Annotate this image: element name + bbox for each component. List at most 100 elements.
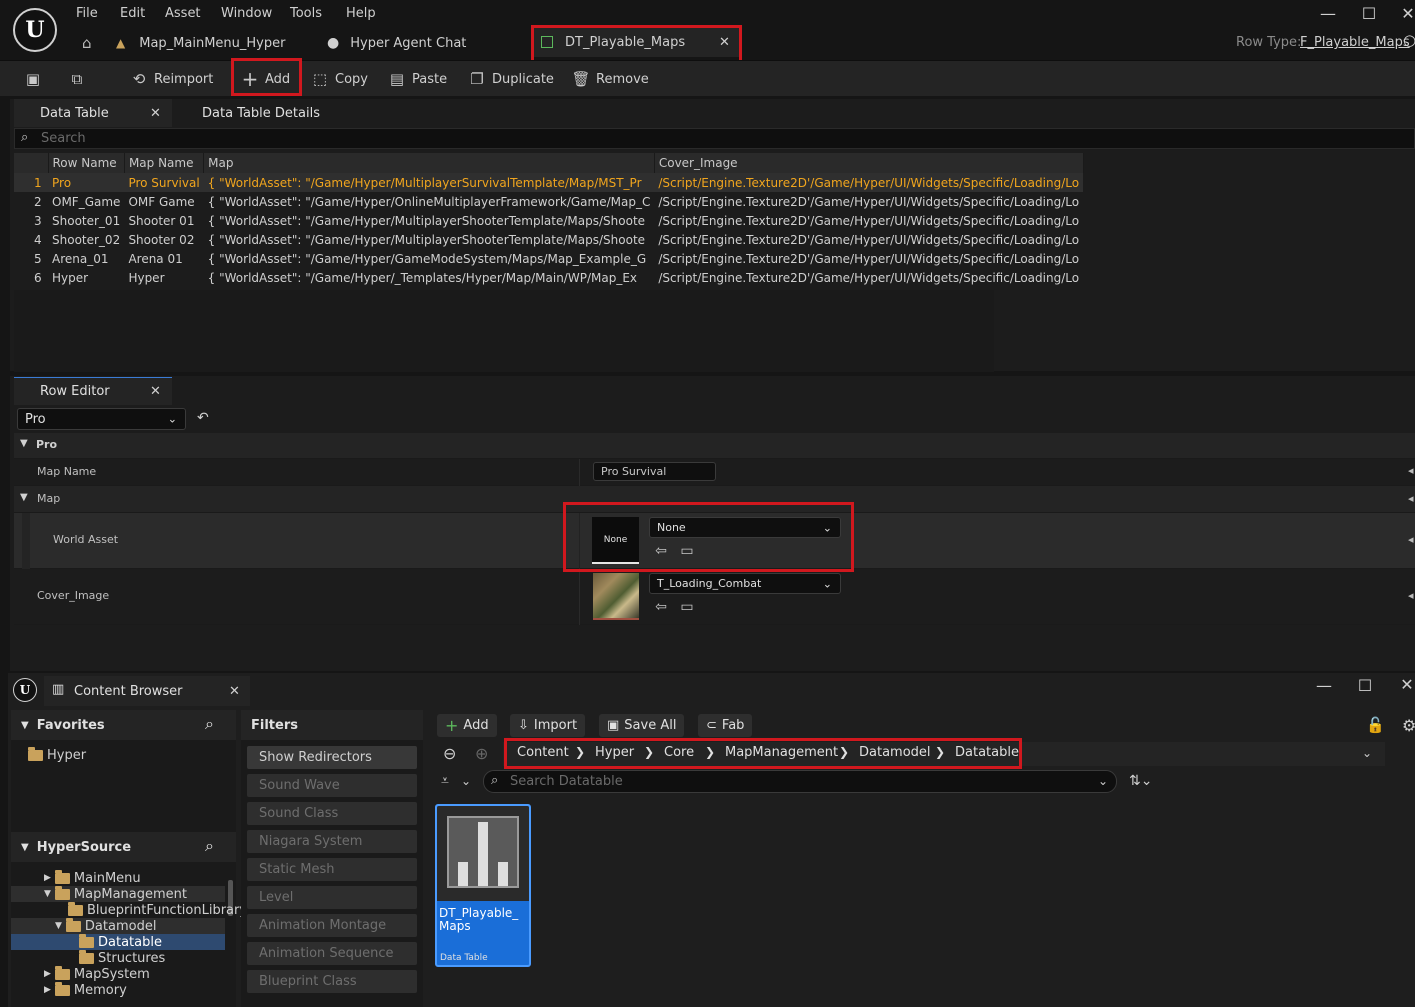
menu-help[interactable]: Help xyxy=(346,6,376,21)
reset-icon[interactable]: ↶ xyxy=(197,410,209,426)
sort-icon[interactable]: ⇅⌄ xyxy=(1129,773,1152,789)
reset-arrow-icon[interactable]: ◂ xyxy=(1408,492,1414,505)
table-row[interactable]: 5 Arena_01 Arena 01 { "WorldAsset": "/Game/… xyxy=(14,249,1083,268)
filter-item[interactable]: Animation Sequence xyxy=(247,942,417,965)
settings-gear-icon[interactable]: ⚙ xyxy=(1402,716,1415,735)
save-button[interactable]: ▣ xyxy=(24,65,42,93)
breadcrumb-item[interactable]: MapManagement xyxy=(725,745,838,760)
breadcrumb-item[interactable]: Datatable xyxy=(955,745,1019,760)
search-icon[interactable]: ⌕ xyxy=(205,714,214,734)
tab-data-table-details[interactable]: Data Table Details xyxy=(202,99,320,127)
filter-item[interactable]: Level xyxy=(247,886,417,909)
section-pro[interactable]: ▼ Pro xyxy=(14,433,1415,459)
search-icon[interactable]: ⌕ xyxy=(205,836,214,856)
table-row[interactable]: 4 Shooter_02 Shooter 02 { "WorldAsset": "/G… xyxy=(14,230,1083,249)
chevron-down-icon[interactable]: ⌄ xyxy=(1362,746,1372,760)
breadcrumb-item[interactable]: Content xyxy=(517,745,569,760)
cb-fab-button[interactable]: ⊂ Fab xyxy=(698,714,753,737)
world-asset-dropdown[interactable]: None ⌄ xyxy=(649,517,841,538)
reset-arrow-icon[interactable]: ◂ xyxy=(1408,589,1414,602)
menu-file[interactable]: File xyxy=(76,6,98,21)
asset-search-input[interactable]: ⌕ Search Datatable ⌄ xyxy=(483,770,1117,793)
tab-data-table[interactable]: Data Table ✕ xyxy=(14,99,172,127)
minimize-icon[interactable]: — xyxy=(1314,676,1334,695)
duplicate-button[interactable]: ❐ Duplicate xyxy=(468,65,554,93)
close-icon[interactable]: ✕ xyxy=(719,35,730,50)
table-search-input[interactable]: ⌕ Search xyxy=(14,128,1415,149)
use-selected-icon[interactable]: ⇦ xyxy=(653,599,669,615)
search-icon[interactable]: ○ xyxy=(1403,31,1415,49)
favorites-header[interactable]: ▼ Favorites ⌕ xyxy=(11,710,236,740)
header-row-name[interactable]: Row Name xyxy=(48,153,125,173)
lock-icon[interactable]: 🔓 xyxy=(1366,716,1385,734)
row-type-value[interactable]: F_Playable_Maps xyxy=(1300,35,1410,50)
cover-image-dropdown[interactable]: T_Loading_Combat ⌄ xyxy=(649,573,841,594)
filter-item[interactable]: Blueprint Class xyxy=(247,970,417,993)
table-row[interactable]: 6 Hyper Hyper { "WorldAsset": "/Game/Hyper/… xyxy=(14,268,1083,287)
breadcrumb-separator-icon[interactable]: ❯ xyxy=(839,745,849,759)
use-selected-icon[interactable]: ⇦ xyxy=(653,543,669,559)
forward-arrow-icon[interactable]: ⊕ xyxy=(475,744,488,763)
home-icon[interactable]: ⌂ xyxy=(82,34,92,52)
filter-item[interactable]: Niagara System xyxy=(247,830,417,853)
unreal-logo-icon[interactable]: U xyxy=(13,8,57,52)
reimport-button[interactable]: ⟲ Reimport xyxy=(130,65,214,93)
breadcrumb-item[interactable]: Core xyxy=(664,745,694,760)
tree-item-blueprintfunctionlibrary[interactable]: BlueprintFunctionLibrary xyxy=(68,901,247,918)
favorite-item-hyper[interactable]: Hyper xyxy=(28,746,86,763)
table-row[interactable]: 3 Shooter_01 Shooter 01 { "WorldAsset": "/G… xyxy=(14,211,1083,230)
menu-edit[interactable]: Edit xyxy=(120,6,145,21)
browse-folder-icon[interactable]: ▭ xyxy=(679,543,695,559)
tree-item-mainmenu[interactable]: ▶ MainMenu xyxy=(44,869,141,886)
asset-tile-dt-playable-maps[interactable]: DT_Playable_Maps Data Table xyxy=(435,804,531,967)
filter-item[interactable]: Sound Class xyxy=(247,802,417,825)
reset-arrow-icon[interactable]: ◂ xyxy=(1408,464,1414,477)
filter-item[interactable]: Animation Montage xyxy=(247,914,417,937)
chevron-down-icon[interactable]: ⌄ xyxy=(461,774,471,788)
copy-button[interactable]: ⬚ Copy xyxy=(311,65,368,93)
close-icon[interactable]: ✕ xyxy=(150,106,161,121)
section-map[interactable]: ▼ Map ◂ xyxy=(14,486,1415,513)
table-row[interactable]: 1 Pro Pro Survival{ "WorldAsset": "/Game/H… xyxy=(14,173,1084,192)
tab-row-editor[interactable]: Row Editor ✕ xyxy=(14,377,172,405)
header-cover-image[interactable]: Cover_Image xyxy=(654,153,1084,173)
header-map[interactable]: Map xyxy=(203,153,655,173)
close-icon[interactable]: ✕ xyxy=(150,384,161,399)
paste-button[interactable]: ▤ Paste xyxy=(388,65,447,93)
breadcrumb-item[interactable]: Datamodel xyxy=(859,745,931,760)
tree-item-datatable[interactable]: Datatable xyxy=(11,933,225,950)
tree-item-memory[interactable]: ▶ Memory xyxy=(44,981,127,998)
tree-item-structures[interactable]: Structures xyxy=(79,949,165,966)
close-icon[interactable]: ✕ xyxy=(229,684,240,699)
reset-arrow-icon[interactable]: ◂ xyxy=(1408,533,1414,546)
browse-button[interactable]: ⧉ xyxy=(68,65,86,93)
add-row-button[interactable]: + Add xyxy=(241,65,291,93)
tree-item-mapsystem[interactable]: ▶ MapSystem xyxy=(44,965,150,982)
filter-funnel-icon[interactable]: ⩡ xyxy=(441,773,449,789)
tab-map-mainmenu[interactable]: ▲ Map_MainMenu_Hyper xyxy=(116,30,285,56)
menu-window[interactable]: Window xyxy=(221,6,272,21)
filter-item[interactable]: Static Mesh xyxy=(247,858,417,881)
tab-agent-chat[interactable]: ● Hyper Agent Chat xyxy=(327,30,466,56)
remove-button[interactable]: 🗑 Remove xyxy=(571,65,648,93)
filter-item[interactable]: Sound Wave xyxy=(247,774,417,797)
tree-item-datamodel[interactable]: ▼ Datamodel xyxy=(11,917,225,934)
map-name-input[interactable]: Pro Survival xyxy=(593,462,716,481)
header-map-name[interactable]: Map Name xyxy=(124,153,205,173)
cover-image-thumbnail[interactable] xyxy=(593,573,639,620)
breadcrumb-separator-icon[interactable]: ❯ xyxy=(705,745,715,759)
minimize-icon[interactable]: — xyxy=(1318,4,1338,23)
world-asset-thumbnail[interactable]: None xyxy=(592,517,639,564)
cb-import-button[interactable]: ⇩ Import xyxy=(510,714,586,737)
breadcrumb-separator-icon[interactable]: ❯ xyxy=(644,745,654,759)
menu-tools[interactable]: Tools xyxy=(290,6,322,21)
tab-dt-playable-maps[interactable]: DT_Playable_Maps ✕ xyxy=(533,27,739,57)
tab-content-browser[interactable]: ▥ Content Browser ✕ xyxy=(44,676,250,706)
browse-folder-icon[interactable]: ▭ xyxy=(679,599,695,615)
breadcrumb-item[interactable]: Hyper xyxy=(595,745,634,760)
tree-item-mapmanagement[interactable]: ▼ MapManagement xyxy=(11,885,225,902)
source-header[interactable]: ▼ HyperSource ⌕ xyxy=(11,832,236,862)
cb-add-button[interactable]: + Add xyxy=(437,714,497,737)
cb-save-all-button[interactable]: ▣ Save All xyxy=(599,714,685,737)
back-arrow-icon[interactable]: ⊖ xyxy=(443,744,456,763)
